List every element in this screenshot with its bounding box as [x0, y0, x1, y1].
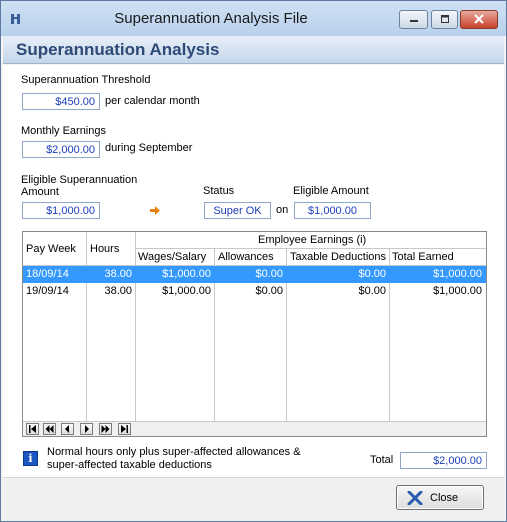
- nav-last-button[interactable]: [118, 423, 131, 435]
- status-value: Super OK: [204, 202, 271, 219]
- grid-navigator: [23, 421, 486, 436]
- col-header-allowances[interactable]: Allowances: [218, 251, 274, 263]
- footer-bar: Close: [3, 477, 504, 521]
- earnings-suffix: during September: [105, 142, 193, 154]
- cell-total: $1,000.00: [433, 268, 482, 280]
- info-note-line1: Normal hours only plus super-affected al…: [47, 446, 301, 458]
- eligible-amount-value: $1,000.00: [294, 202, 371, 219]
- cell-hours: 38.00: [104, 268, 132, 280]
- group-header-employee-earnings: Employee Earnings (i): [258, 234, 367, 246]
- eligible-label-line1: Eligible Superannuation: [21, 174, 138, 186]
- nav-prev-button[interactable]: [61, 423, 74, 435]
- table-row[interactable]: 18/09/14 38.00 $1,000.00 $0.00 $0.00 $1,…: [23, 266, 486, 283]
- status-label: Status: [203, 185, 235, 197]
- cell-allowances: $0.00: [255, 285, 283, 297]
- cell-wages: $1,000.00: [162, 285, 211, 297]
- page-title: Superannuation Analysis: [16, 40, 220, 59]
- analysis-content: Superannuation Threshold $450.00 per cal…: [3, 65, 504, 477]
- nav-first-button[interactable]: [26, 423, 39, 435]
- cell-deductions: $0.00: [358, 285, 386, 297]
- last-record-icon: [121, 425, 128, 433]
- cell-pay-week: 18/09/14: [26, 268, 69, 280]
- info-icon: i: [23, 451, 38, 466]
- maximize-button[interactable]: [431, 10, 458, 29]
- earnings-value: $2,000.00: [22, 141, 100, 158]
- earnings-label: Monthly Earnings: [21, 125, 106, 137]
- col-header-deductions[interactable]: Taxable Deductions: [290, 251, 386, 263]
- group-header-divider: [135, 248, 486, 249]
- table-row[interactable]: 19/09/14 38.00 $1,000.00 $0.00 $0.00 $1,…: [23, 283, 486, 300]
- prev-record-icon: [65, 425, 69, 433]
- nav-next-page-button[interactable]: [99, 423, 112, 435]
- col-header-total[interactable]: Total Earned: [392, 251, 454, 263]
- info-note: Normal hours only plus super-affected al…: [47, 446, 317, 472]
- cell-hours: 38.00: [104, 285, 132, 297]
- close-icon: [474, 14, 484, 24]
- threshold-suffix: per calendar month: [105, 95, 200, 107]
- earnings-grid[interactable]: Pay Week Hours Employee Earnings (i) Wag…: [22, 231, 487, 437]
- threshold-label: Superannuation Threshold: [21, 74, 151, 86]
- col-header-hours[interactable]: Hours: [90, 243, 119, 255]
- close-button[interactable]: Close: [396, 485, 484, 510]
- next-record-icon: [85, 425, 89, 433]
- info-note-line2: super-affected taxable deductions: [47, 459, 212, 471]
- total-value: $2,000.00: [400, 452, 487, 469]
- cell-pay-week: 19/09/14: [26, 285, 69, 297]
- nav-prev-page-button[interactable]: [43, 423, 56, 435]
- prev-page-icon: [45, 425, 54, 433]
- section-header: Superannuation Analysis: [3, 36, 504, 64]
- col-divider: [86, 232, 87, 421]
- close-x-icon: [407, 491, 423, 505]
- next-page-icon: [101, 425, 110, 433]
- cell-wages: $1,000.00: [162, 268, 211, 280]
- maximize-icon: [440, 15, 449, 23]
- eligible-super-value: $1,000.00: [22, 202, 100, 219]
- close-button-label: Close: [430, 492, 459, 504]
- cell-allowances: $0.00: [255, 268, 283, 280]
- window-title: Superannuation Analysis File: [114, 10, 308, 27]
- threshold-value: $450.00: [22, 93, 100, 110]
- on-label: on: [276, 204, 289, 216]
- nav-next-button[interactable]: [80, 423, 93, 435]
- eligible-amount-label: Eligible Amount: [293, 185, 369, 197]
- minimize-button[interactable]: [399, 10, 428, 29]
- window-close-button[interactable]: [460, 10, 498, 29]
- eligible-label-line2: Amount: [21, 186, 59, 198]
- total-label: Total: [370, 454, 394, 466]
- cell-deductions: $0.00: [358, 268, 386, 280]
- minimize-icon: [409, 20, 418, 22]
- col-header-wages[interactable]: Wages/Salary: [138, 251, 206, 263]
- first-record-icon: [29, 425, 36, 433]
- col-header-pay-week[interactable]: Pay Week: [26, 243, 76, 255]
- analysis-window: Superannuation Analysis File Superannuat…: [0, 0, 507, 522]
- arrow-right-icon: [150, 206, 160, 215]
- title-bar[interactable]: Superannuation Analysis File: [1, 1, 506, 36]
- col-divider: [135, 232, 136, 421]
- cell-total: $1,000.00: [433, 285, 482, 297]
